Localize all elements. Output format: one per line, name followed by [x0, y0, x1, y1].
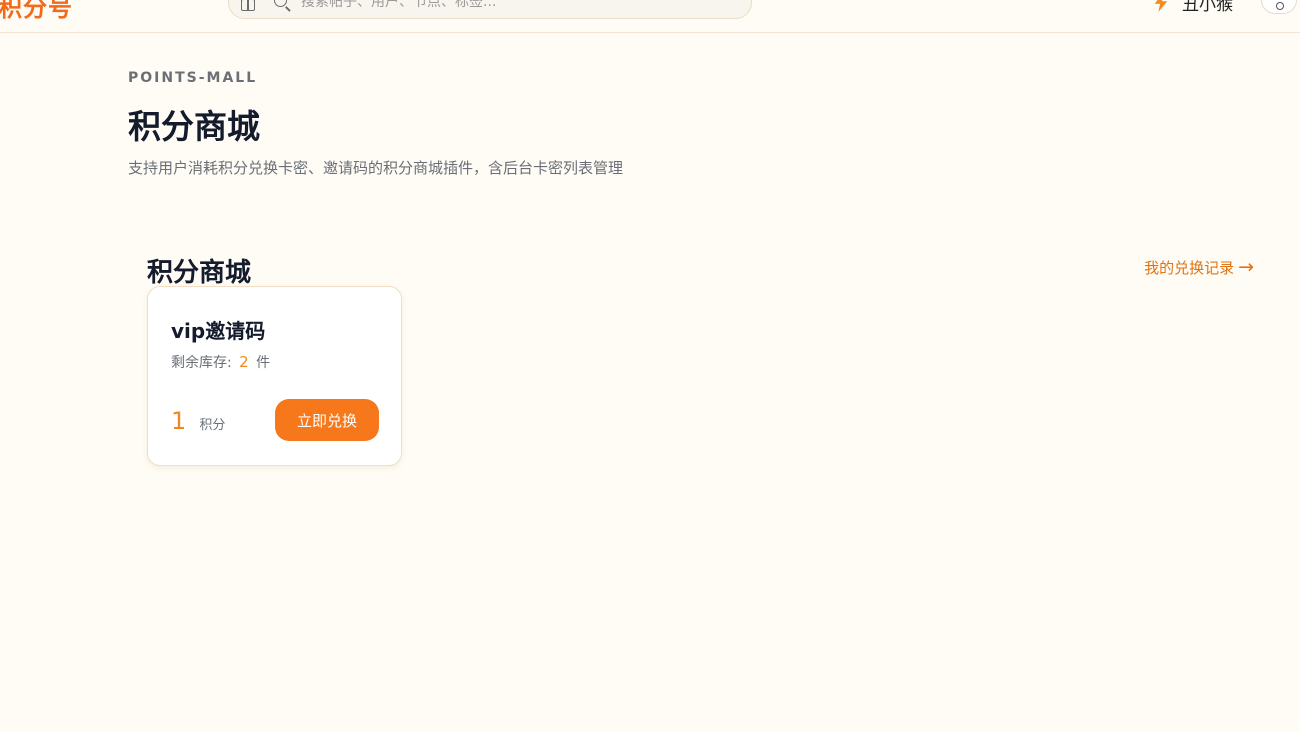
- stock-unit: 件: [256, 355, 271, 371]
- site-logo[interactable]: 积分号: [0, 0, 73, 23]
- arrow-right-icon: →: [1238, 256, 1254, 278]
- stock-count: 2: [239, 353, 249, 371]
- product-stock: 剩余库存: 2 件: [171, 352, 270, 372]
- page-title: 积分商城: [128, 107, 260, 146]
- product-card: vip邀请码 剩余库存: 2 件 1 积分 立即兑换: [147, 286, 402, 466]
- redeem-history-label: 我的兑换记录: [1144, 259, 1235, 277]
- product-name: vip邀请码: [171, 319, 266, 343]
- redeem-history-link[interactable]: 我的兑换记录 →: [1144, 256, 1254, 278]
- product-price: 1 积分: [171, 407, 225, 435]
- price-unit: 积分: [199, 418, 226, 433]
- user-name[interactable]: 丑小猴: [1182, 0, 1233, 15]
- price-value: 1: [171, 407, 187, 435]
- redeem-button[interactable]: 立即兑换: [275, 399, 379, 441]
- page-description: 支持用户消耗积分兑换卡密、邀请码的积分商城插件，含后台卡密列表管理: [128, 159, 624, 177]
- section-title: 积分商城: [147, 258, 252, 288]
- theme-toggle-button[interactable]: [1261, 0, 1297, 14]
- search-icon: [274, 0, 287, 7]
- search-bar[interactable]: [228, 0, 752, 19]
- stock-label: 剩余库存:: [171, 355, 232, 371]
- page-eyebrow: POINTS-MALL: [128, 70, 258, 86]
- sun-icon: [1276, 2, 1284, 10]
- top-bar: 积分号 丑小猴: [0, 0, 1300, 33]
- search-input[interactable]: [301, 0, 731, 14]
- lightning-icon: [1154, 0, 1168, 12]
- grid-icon[interactable]: [241, 0, 255, 11]
